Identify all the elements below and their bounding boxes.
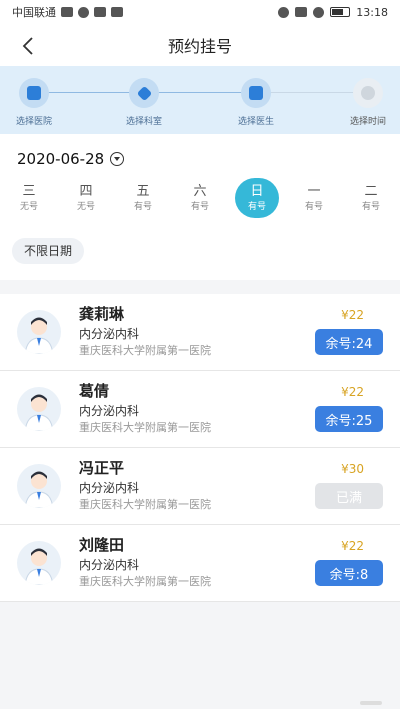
day-status: 有号: [361, 201, 380, 212]
back-button[interactable]: [14, 32, 42, 60]
day-fri[interactable]: 五 有号: [121, 178, 165, 218]
any-date-filter[interactable]: 不限日期: [12, 238, 85, 264]
signal-icon: [61, 7, 73, 17]
step-circle: [19, 78, 49, 108]
step-circle: [241, 78, 271, 108]
day-label: 五: [136, 183, 150, 199]
app-header: 预约挂号: [0, 24, 400, 66]
day-sun[interactable]: 日 有号: [235, 178, 279, 218]
department-icon: [136, 85, 152, 101]
doctor-info: 冯正平 内分泌内科 重庆医科大学附属第一医院: [79, 458, 211, 513]
nfc-icon: [295, 7, 308, 17]
doctor-name: 葛倩: [79, 382, 110, 400]
doctor-name: 刘隆田: [79, 536, 125, 554]
wifi-icon: [78, 6, 89, 18]
day-thu[interactable]: 四 无号: [64, 178, 108, 218]
step-time[interactable]: 选择时间: [323, 78, 400, 127]
doctor-department: 内分泌内科: [79, 481, 140, 495]
doctor-info: 葛倩 内分泌内科 重庆医科大学附属第一医院: [79, 381, 211, 436]
day-wed[interactable]: 三 无号: [7, 178, 51, 218]
doctor-row[interactable]: 葛倩 内分泌内科 重庆医科大学附属第一医院 ¥22 余号:25: [0, 371, 400, 448]
availability-button[interactable]: 余号:8: [315, 560, 383, 586]
doctor-name: 龚莉琳: [79, 305, 125, 323]
date-section: 2020-06-28 三 无号 四 无号 五 有号 六 有号 日 有号 一 有号…: [0, 134, 400, 280]
chevron-down-icon: [110, 152, 125, 166]
step-label: 选择医院: [15, 117, 52, 127]
doctor-avatar: [17, 387, 61, 431]
day-label: 二: [364, 183, 378, 199]
doctor-row[interactable]: 龚莉琳 内分泌内科 重庆医科大学附属第一医院 ¥22 余号:24: [0, 294, 400, 371]
doctor-avatar: [17, 310, 61, 354]
step-label: 选择医生: [237, 117, 274, 127]
step-circle: [353, 78, 383, 108]
day-status: 有号: [190, 201, 209, 212]
alarm-icon: [313, 6, 325, 18]
step-hospital[interactable]: 选择医院: [0, 78, 79, 127]
day-label: 六: [193, 183, 207, 199]
availability-button[interactable]: 余号:25: [315, 406, 383, 432]
doctor-avatar: [17, 541, 61, 585]
doctor-department: 内分泌内科: [79, 558, 140, 572]
step-label: 选择时间: [349, 117, 386, 127]
booking-steps: 选择医院 选择科室 选择医生 选择时间: [0, 66, 400, 134]
date-selector[interactable]: 2020-06-28: [0, 146, 400, 172]
doctor-price: ¥22: [341, 385, 364, 399]
doctor-info: 龚莉琳 内分泌内科 重庆医科大学附属第一医院: [79, 304, 211, 359]
doctor-avatar: [17, 464, 61, 508]
clock-label: 13:18: [356, 5, 388, 19]
doctor-hospital: 重庆医科大学附属第一医院: [79, 421, 211, 434]
status-left: 中国联通: [12, 4, 123, 20]
day-status: 有号: [247, 201, 266, 212]
filter-wrap: 不限日期: [0, 224, 400, 280]
weekday-strip: 三 无号 四 无号 五 有号 六 有号 日 有号 一 有号 二 有号: [0, 178, 400, 224]
availability-button: 已满: [315, 483, 383, 509]
day-sat[interactable]: 六 有号: [178, 178, 222, 218]
day-status: 无号: [19, 201, 38, 212]
watermark: [360, 701, 382, 705]
day-status: 有号: [304, 201, 323, 212]
doctor-list: 龚莉琳 内分泌内科 重庆医科大学附属第一医院 ¥22 余号:24 葛倩 内分泌内…: [0, 294, 400, 602]
day-tue[interactable]: 二 有号: [349, 178, 393, 218]
carrier-label: 中国联通: [12, 6, 56, 19]
hospital-icon: [27, 86, 41, 100]
doctor-hospital: 重庆医科大学附属第一医院: [79, 498, 211, 511]
day-status: 有号: [133, 201, 152, 212]
selected-date: 2020-06-28: [17, 150, 105, 168]
day-status: 无号: [76, 201, 95, 212]
doctor-row[interactable]: 刘隆田 内分泌内科 重庆医科大学附属第一医院 ¥22 余号:8: [0, 525, 400, 602]
availability-button[interactable]: 余号:24: [315, 329, 383, 355]
doctor-row[interactable]: 冯正平 内分泌内科 重庆医科大学附属第一医院 ¥30 已满: [0, 448, 400, 525]
page-title: 预约挂号: [167, 37, 232, 56]
step-doctor[interactable]: 选择医生: [211, 78, 301, 127]
doctor-price: ¥22: [341, 539, 364, 553]
doctor-icon: [249, 86, 263, 100]
doctor-price: ¥22: [341, 308, 364, 322]
doctor-department: 内分泌内科: [79, 404, 140, 418]
step-circle: [129, 78, 159, 108]
doctor-info: 刘隆田 内分泌内科 重庆医科大学附属第一医院: [79, 535, 211, 590]
step-department[interactable]: 选择科室: [99, 78, 189, 127]
day-label: 四: [79, 183, 93, 199]
doctor-hospital: 重庆医科大学附属第一医院: [79, 344, 211, 357]
status-bar: 中国联通 13:18: [0, 0, 400, 24]
doctor-price: ¥30: [341, 462, 364, 476]
app-notification-icon: [111, 7, 123, 17]
day-label: 三: [22, 183, 36, 199]
doctor-hospital: 重庆医科大学附属第一医院: [79, 575, 211, 588]
status-right: 13:18: [278, 6, 388, 19]
clock-icon: [361, 86, 375, 100]
doctor-department: 内分泌内科: [79, 327, 140, 341]
day-label: 日: [250, 183, 264, 199]
day-label: 一: [307, 183, 321, 199]
doctor-name: 冯正平: [79, 459, 125, 477]
back-arrow-icon: [22, 37, 33, 55]
vibrate-icon: [278, 6, 290, 18]
step-label: 选择科室: [125, 117, 162, 127]
day-mon[interactable]: 一 有号: [292, 178, 336, 218]
message-icon: [94, 7, 106, 17]
battery-icon: [330, 7, 351, 17]
